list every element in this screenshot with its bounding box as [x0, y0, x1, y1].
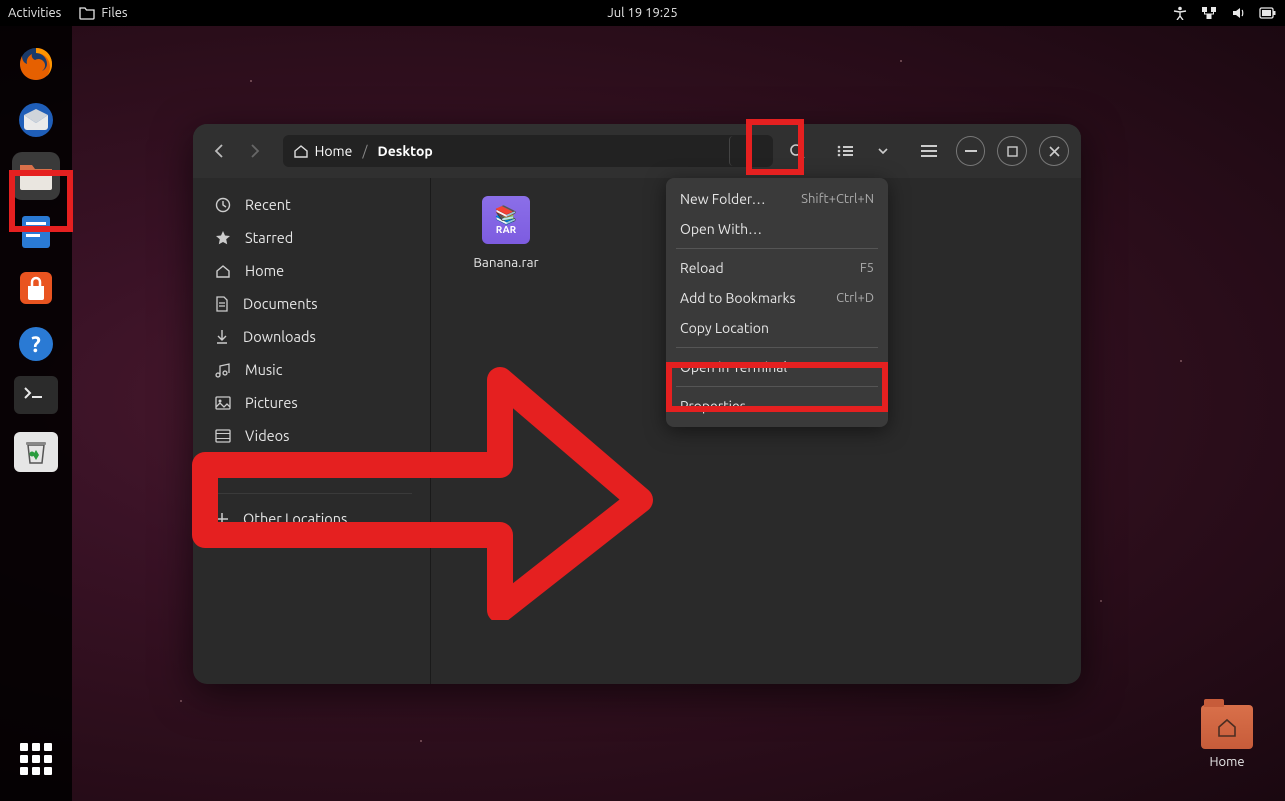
- maximize-button[interactable]: [997, 136, 1027, 166]
- pathbar-current[interactable]: Desktop: [377, 143, 432, 159]
- pathbar-home[interactable]: Home: [293, 143, 353, 159]
- pathbar-separator: /: [362, 143, 367, 159]
- hamburger-menu-button[interactable]: [914, 137, 944, 165]
- volume-icon[interactable]: [1231, 6, 1245, 20]
- files-headerbar: Home / Desktop: [193, 124, 1081, 178]
- folder-icon: [79, 6, 95, 20]
- clock[interactable]: Jul 19 19:25: [607, 6, 677, 20]
- desktop-home-folder[interactable]: Home: [1201, 705, 1253, 769]
- documents-icon: [215, 296, 229, 312]
- pathbar[interactable]: Home / Desktop: [283, 135, 773, 167]
- sidebar-item-home[interactable]: Home: [193, 254, 430, 287]
- star-icon: [215, 230, 231, 246]
- dock-trash[interactable]: [14, 432, 58, 472]
- network-icon[interactable]: [1201, 6, 1217, 20]
- activities-button[interactable]: Activities: [8, 6, 61, 20]
- ctx-reload[interactable]: ReloadF5: [666, 253, 888, 283]
- sidebar-item-recent[interactable]: Recent: [193, 188, 430, 221]
- close-button[interactable]: [1039, 136, 1069, 166]
- appmenu-label: Files: [101, 6, 127, 20]
- dock-terminal[interactable]: [14, 376, 58, 414]
- rar-archive-icon: 📚RAR: [482, 196, 530, 244]
- sidebar-item-documents[interactable]: Documents: [193, 287, 430, 320]
- annotation-arrow: [190, 350, 660, 620]
- sidebar-item-starred[interactable]: Starred: [193, 221, 430, 254]
- forward-button[interactable]: [241, 137, 269, 165]
- ctx-new-folder[interactable]: New Folder…Shift+Ctrl+N: [666, 184, 888, 214]
- ctx-separator: [676, 347, 878, 348]
- ctx-copy-location[interactable]: Copy Location: [666, 313, 888, 343]
- back-button[interactable]: [205, 137, 233, 165]
- dock-software[interactable]: [12, 264, 60, 312]
- desktop-home-label: Home: [1209, 755, 1244, 769]
- downloads-icon: [215, 329, 229, 345]
- dock: ?: [0, 26, 72, 801]
- accessibility-icon[interactable]: [1173, 6, 1187, 20]
- recent-icon: [215, 197, 231, 213]
- sidebar-item-label: Home: [245, 262, 284, 279]
- home-icon: [293, 144, 309, 158]
- highlight-open-terminal: [666, 362, 888, 412]
- dock-firefox[interactable]: [12, 40, 60, 88]
- battery-icon[interactable]: [1259, 6, 1277, 20]
- view-options-button[interactable]: [868, 137, 898, 165]
- top-panel: Activities Files Jul 19 19:25: [0, 0, 1285, 26]
- highlight-kebab: [746, 119, 804, 175]
- home-icon: [1216, 717, 1238, 737]
- dock-thunderbird[interactable]: [12, 96, 60, 144]
- ctx-separator: [676, 248, 878, 249]
- ctx-add-bookmarks[interactable]: Add to BookmarksCtrl+D: [666, 283, 888, 313]
- sidebar-item-label: Documents: [243, 295, 318, 312]
- view-toggle-button[interactable]: [830, 137, 860, 165]
- appmenu-files[interactable]: Files: [79, 6, 127, 20]
- svg-text:?: ?: [31, 332, 41, 357]
- file-item[interactable]: 📚RAR Banana.rar: [451, 196, 561, 270]
- sidebar-item-label: Starred: [245, 229, 293, 246]
- ctx-open-with[interactable]: Open With…: [666, 214, 888, 244]
- highlight-dock-files: [9, 170, 73, 232]
- sidebar-item-label: Downloads: [243, 328, 316, 345]
- dock-show-applications[interactable]: [12, 735, 60, 783]
- sidebar-item-downloads[interactable]: Downloads: [193, 320, 430, 353]
- pathbar-home-label: Home: [315, 143, 353, 159]
- dock-help[interactable]: ?: [12, 320, 60, 368]
- home-icon: [215, 263, 231, 279]
- file-name-label: Banana.rar: [473, 254, 538, 270]
- minimize-button[interactable]: [956, 136, 986, 166]
- sidebar-item-label: Recent: [245, 196, 291, 213]
